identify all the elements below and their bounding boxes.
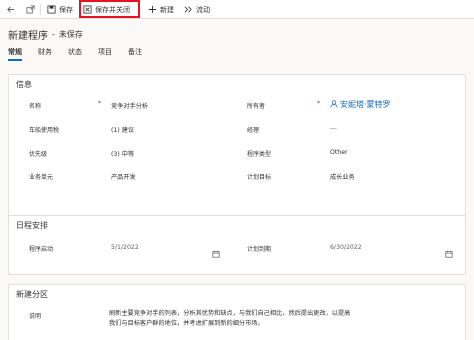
save-button[interactable]: 保存: [47, 3, 73, 16]
unit-field[interactable]: 产品开发: [111, 172, 136, 181]
start-label: 程序启动: [29, 246, 54, 253]
page-title: 新建程序: [8, 31, 48, 42]
manager-field[interactable]: ---: [330, 125, 337, 132]
owner-field[interactable]: 安妮塔·蒙特罗: [330, 99, 391, 110]
name-label: 名称: [29, 103, 42, 110]
unit-label: 业务单元: [29, 174, 54, 181]
popout-icon: [26, 5, 35, 14]
end-label: 计划到期: [247, 246, 272, 253]
back-button[interactable]: [6, 3, 15, 16]
tab-general[interactable]: 常规: [8, 47, 22, 61]
description-label: 说明: [29, 313, 42, 320]
save-status: 未保存: [58, 30, 83, 39]
save-label: 保存: [59, 5, 73, 14]
goal-label: 计划目标: [247, 174, 272, 181]
flow-label: 流动: [196, 5, 210, 14]
flow-button[interactable]: 流动: [184, 3, 210, 16]
flow-icon: [184, 5, 193, 14]
popout-button[interactable]: [26, 3, 35, 16]
description-field[interactable]: 刷新主要竞争对手的列表，分析其优势和缺点，与我们自己相比，然后提出更改，以提高我…: [109, 309, 354, 329]
manager-label: 经理: [247, 127, 260, 134]
section-new: 新建分区 说明 刷新主要竞争对手的列表，分析其优势和缺点，与我们自己相比，然后提…: [8, 284, 466, 340]
priority-field[interactable]: (3) 中等: [111, 149, 134, 158]
record-header: 新建程序 - 未保存: [8, 27, 83, 42]
fiscal-field[interactable]: (1) 建议: [111, 125, 134, 134]
type-field[interactable]: Other: [330, 149, 348, 156]
command-bar: 保存 保存并关闭 新建 流动: [0, 0, 474, 19]
tab-bar: 常规 财务 状态 项目 备注: [8, 47, 158, 61]
type-label: 程序类型: [247, 151, 272, 158]
back-arrow-icon: [7, 6, 15, 13]
start-date-field[interactable]: 5/1/2022: [111, 244, 139, 251]
end-date-field[interactable]: 6/30/2022: [330, 244, 362, 251]
new-label: 新建: [160, 5, 174, 14]
required-marker: *: [317, 100, 320, 107]
toolbar-divider: [40, 4, 41, 15]
title-separator: -: [52, 30, 55, 39]
new-button[interactable]: 新建: [148, 3, 174, 16]
highlight-box: [79, 0, 140, 18]
owner-label: 所有者: [247, 103, 266, 110]
name-field[interactable]: 竞争对手分析: [111, 101, 148, 110]
tab-finance[interactable]: 财务: [38, 47, 52, 61]
save-icon: [47, 5, 56, 14]
section-schedule: 日程安排 程序启动 5/1/2022 计划到期 6/30/2022: [8, 215, 466, 275]
tab-projects[interactable]: 项目: [98, 47, 112, 61]
calendar-icon[interactable]: [445, 243, 453, 258]
calendar-icon[interactable]: [212, 243, 220, 258]
section-title-info: 信息: [16, 80, 32, 89]
goal-field[interactable]: 成长业务: [330, 172, 355, 181]
owner-name[interactable]: 安妮塔·蒙特罗: [340, 100, 391, 109]
tab-status[interactable]: 状态: [68, 47, 82, 61]
fiscal-label: 车船使用税: [29, 127, 60, 134]
priority-label: 优先级: [29, 151, 48, 158]
required-marker: *: [98, 100, 101, 107]
section-title-schedule: 日程安排: [16, 221, 48, 230]
tab-notes[interactable]: 备注: [128, 47, 142, 61]
person-icon: [330, 100, 338, 108]
section-title-new: 新建分区: [16, 290, 48, 299]
plus-icon: [148, 5, 157, 14]
